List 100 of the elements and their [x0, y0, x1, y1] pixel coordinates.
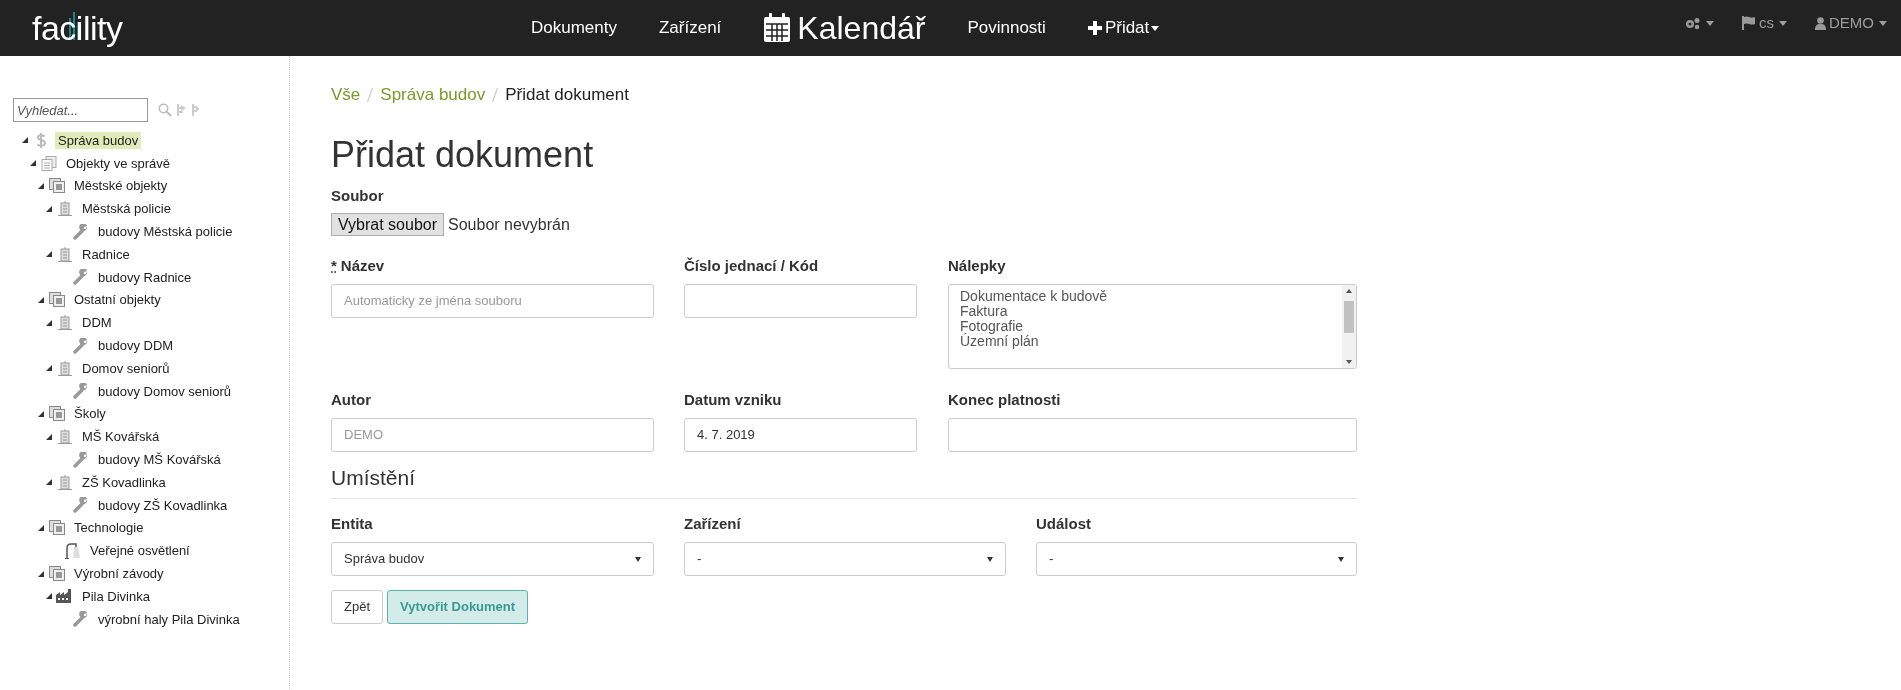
logo[interactable]: facility	[32, 8, 123, 48]
user-icon	[1815, 16, 1826, 30]
expanded-triangle-icon[interactable]	[46, 433, 52, 440]
expanded-triangle-icon[interactable]	[46, 251, 52, 258]
text-field[interactable]: Automaticky ze jména souboru	[331, 283, 654, 318]
expanded-triangle-icon[interactable]	[46, 365, 52, 372]
tree-item[interactable]: budovy ZŠ Kovadlinka	[95, 496, 231, 514]
tree-item[interactable]: budovy Domov seniorů	[95, 382, 234, 400]
plus-icon	[1087, 21, 1102, 35]
expanded-triangle-icon[interactable]	[30, 160, 36, 167]
tree-item[interactable]: Městské objekty	[71, 177, 171, 195]
expanded-triangle-icon[interactable]	[38, 183, 44, 189]
tree-item[interactable]: Veřejné osvětlení	[87, 542, 193, 560]
nav-link[interactable]: Přidat	[1066, 15, 1181, 41]
required-mark: *	[331, 255, 337, 276]
tree-item[interactable]: Technologie	[71, 519, 147, 537]
stacked-squares-icon	[49, 566, 65, 582]
select-dropdown[interactable]: Správa budov	[331, 542, 654, 576]
expanded-triangle-icon[interactable]	[38, 524, 44, 531]
tree-item[interactable]: Školy	[71, 405, 109, 423]
dropdown-arrow-icon	[987, 556, 993, 562]
dollar-icon	[36, 132, 46, 148]
scroll-down-icon[interactable]	[1346, 359, 1352, 364]
nav-link[interactable]: Kalendář	[742, 4, 947, 52]
tree-item[interactable]: Pila Divinka	[79, 587, 153, 605]
tree-item[interactable]: Městská policie	[79, 200, 174, 218]
tree-item[interactable]: Radnice	[79, 245, 133, 263]
tree-item[interactable]: budovy MŠ Kovářská	[95, 451, 224, 469]
listbox-option[interactable]: Územní plán	[960, 333, 1039, 349]
flag-icon	[1742, 16, 1756, 30]
expanded-triangle-icon[interactable]	[38, 296, 44, 303]
wrench-icon	[73, 497, 89, 514]
expanded-triangle-icon[interactable]	[46, 205, 52, 212]
select-dropdown[interactable]: -	[1036, 542, 1357, 576]
nav-link[interactable]: Zařízení	[638, 15, 743, 41]
text-field[interactable]	[684, 283, 917, 318]
dropdown-arrow-icon	[635, 556, 641, 562]
tree-item[interactable]: Objekty ve správě	[63, 154, 174, 172]
expanded-triangle-icon[interactable]	[46, 479, 52, 486]
text-field[interactable]	[948, 417, 1357, 452]
dropdown-arrow-icon	[1338, 556, 1344, 562]
tree-item[interactable]: Ostatní objekty	[71, 291, 164, 309]
language-menu[interactable]: cs	[1742, 11, 1787, 35]
expanded-triangle-icon[interactable]	[22, 137, 28, 144]
search-field[interactable]: Vyhledat...	[13, 98, 148, 122]
tree-item[interactable]: budovy Městská policie	[95, 223, 236, 241]
expanded-triangle-icon[interactable]	[38, 410, 44, 417]
building-icon	[58, 201, 72, 217]
tree-item[interactable]: Správa budov	[55, 131, 142, 149]
choose-file-button[interactable]: Vybrat soubor	[331, 213, 444, 236]
caret-icon	[1879, 20, 1887, 26]
building-icon	[58, 246, 72, 262]
stacked-squares-icon	[49, 520, 65, 536]
caret-icon	[1706, 20, 1714, 26]
field-label: Soubor	[331, 186, 385, 206]
field-label: Zařízení	[684, 514, 742, 534]
tree-item[interactable]: MŠ Kovářská	[79, 428, 163, 446]
scrollbar-thumb[interactable]	[1344, 300, 1354, 333]
calendar-icon	[763, 13, 792, 43]
expanded-triangle-icon[interactable]	[38, 570, 44, 577]
wrench-icon	[73, 223, 89, 240]
scroll-up-icon[interactable]	[1346, 288, 1352, 293]
stacked-squares-icon	[49, 406, 65, 422]
tags-listbox[interactable]: Dokumentace k budově Faktura Fotografie Územní plán	[948, 283, 1357, 369]
stacked-squares-icon	[49, 178, 65, 194]
breadcrumb-separator-icon	[492, 88, 499, 102]
breadcrumb-separator-icon	[367, 88, 374, 102]
scrollbar[interactable]	[1342, 284, 1356, 368]
listbox-option[interactable]: Faktura	[960, 303, 1008, 319]
nav-link[interactable]: Povinnosti	[946, 15, 1067, 41]
back-button[interactable]: Zpět	[331, 590, 383, 624]
building-icon	[58, 360, 72, 376]
text-field[interactable]: 4. 7. 2019	[684, 417, 917, 452]
breadcrumb-current: Přidat dokument	[505, 84, 629, 107]
expanded-triangle-icon[interactable]	[46, 319, 52, 326]
tree-item[interactable]: DDM	[79, 314, 115, 332]
building-icon	[58, 474, 72, 490]
text-field[interactable]: DEMO	[331, 417, 654, 452]
field-label: Autor	[331, 389, 371, 410]
wrench-icon	[73, 337, 89, 354]
listbox-option[interactable]: Dokumentace k budově	[960, 288, 1108, 304]
tree-item[interactable]: budovy Radnice	[95, 268, 195, 286]
expanded-triangle-icon[interactable]	[46, 593, 52, 600]
factory-icon	[56, 589, 74, 604]
tree-item[interactable]: výrobní haly Pila Divinka	[95, 610, 243, 628]
wrench-icon	[73, 383, 89, 400]
field-label: Událost	[1036, 514, 1092, 534]
tree-item[interactable]: Domov seniorů	[79, 359, 173, 377]
building-icon	[58, 429, 72, 445]
user-menu[interactable]: DEMO	[1815, 11, 1887, 35]
nav-link[interactable]: Dokumenty	[510, 15, 638, 41]
select-dropdown[interactable]: -	[684, 542, 1006, 576]
listbox-option[interactable]: Fotografie	[960, 318, 1024, 334]
tree-item[interactable]: budovy DDM	[95, 337, 177, 355]
caret-icon	[1779, 20, 1787, 26]
settings-icon	[1685, 16, 1701, 30]
settings-menu[interactable]	[1685, 16, 1714, 30]
field-label: Název	[340, 255, 385, 276]
tree-item[interactable]: Výrobní závody	[71, 565, 167, 583]
tree-item[interactable]: ZŠ Kovadlinka	[79, 473, 169, 491]
